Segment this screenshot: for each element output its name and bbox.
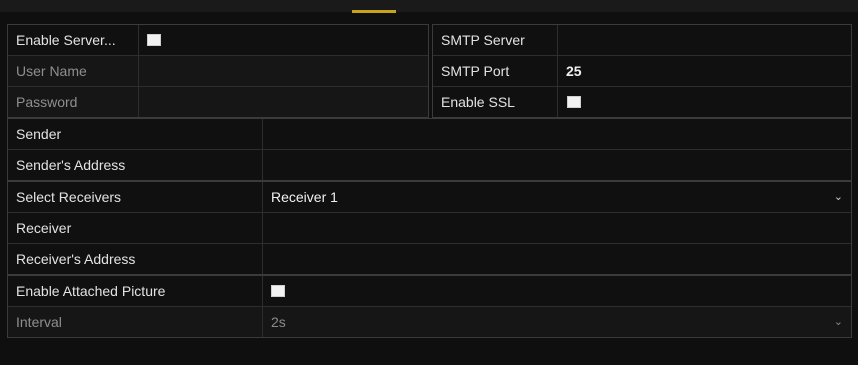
user-name-field[interactable] — [139, 56, 428, 86]
user-name-row: User Name — [8, 56, 428, 87]
sender-field[interactable] — [263, 119, 851, 149]
receiver-field[interactable] — [263, 213, 851, 243]
enable-server-label: Enable Server... — [16, 32, 116, 48]
interval-dropdown[interactable]: 2s — [263, 307, 823, 337]
smtp-panel: SMTP Server SMTP Port 25 Enable SSL — [432, 24, 852, 118]
email-settings-page: Enable Server... User Name Password SMTP… — [0, 0, 858, 365]
receiver-address-row: Receiver's Address — [8, 244, 851, 274]
attached-picture-label: Enable Attached Picture — [16, 283, 166, 299]
sender-address-label: Sender's Address — [16, 157, 126, 173]
smtp-port-label: SMTP Port — [441, 63, 510, 79]
interval-row: Interval 2s ⌄ — [8, 307, 851, 337]
attachment-panel: Enable Attached Picture Interval 2s ⌄ — [7, 275, 852, 338]
select-receivers-row: Select Receivers Receiver 1 ⌄ — [8, 182, 851, 213]
receiver-row: Receiver — [8, 213, 851, 244]
password-row: Password — [8, 87, 428, 117]
receiver-address-label: Receiver's Address — [16, 251, 136, 267]
select-receivers-label: Select Receivers — [16, 189, 122, 205]
chevron-down-icon[interactable]: ⌄ — [834, 182, 843, 212]
row-divider — [138, 25, 139, 55]
sender-address-row: Sender's Address — [8, 150, 851, 180]
sender-row: Sender — [8, 119, 851, 150]
receiver-label: Receiver — [16, 220, 72, 236]
sender-panel: Sender Sender's Address — [7, 118, 852, 181]
enable-server-checkbox[interactable] — [147, 34, 161, 46]
smtp-port-row: SMTP Port 25 — [433, 56, 851, 87]
interval-label: Interval — [16, 314, 62, 330]
password-field[interactable] — [139, 87, 428, 117]
enable-ssl-label: Enable SSL — [441, 94, 515, 110]
receiver-address-field[interactable] — [263, 244, 851, 274]
active-tab-indicator — [352, 10, 396, 13]
user-name-label: User Name — [16, 63, 87, 79]
sender-address-field[interactable] — [263, 150, 851, 180]
receivers-panel: Select Receivers Receiver 1 ⌄ Receiver R… — [7, 181, 852, 275]
top-bar — [0, 0, 858, 12]
server-panel: Enable Server... User Name Password — [7, 24, 429, 118]
enable-ssl-checkbox[interactable] — [567, 96, 581, 108]
smtp-server-field[interactable] — [558, 25, 851, 55]
row-divider — [557, 87, 558, 117]
smtp-port-field[interactable]: 25 — [558, 56, 851, 86]
enable-ssl-row: Enable SSL — [433, 87, 851, 117]
select-receivers-dropdown[interactable]: Receiver 1 — [263, 182, 823, 212]
row-divider — [262, 276, 263, 306]
chevron-down-icon[interactable]: ⌄ — [834, 307, 843, 337]
attached-picture-row: Enable Attached Picture — [8, 276, 851, 307]
smtp-server-label: SMTP Server — [441, 32, 525, 48]
smtp-server-row: SMTP Server — [433, 25, 851, 56]
password-label: Password — [16, 94, 78, 110]
attached-picture-checkbox[interactable] — [271, 285, 285, 297]
enable-server-row: Enable Server... — [8, 25, 428, 56]
sender-label: Sender — [16, 126, 62, 142]
